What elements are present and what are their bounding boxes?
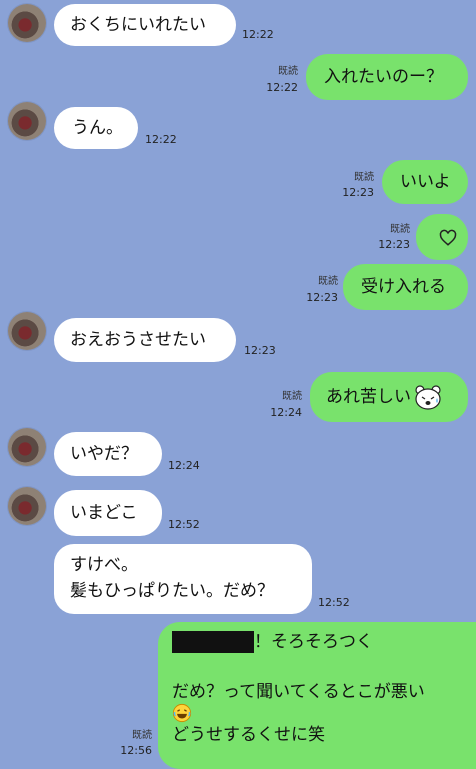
timestamp: 12:56 [120,744,152,757]
read-receipt: 既読 [354,172,374,183]
avatar[interactable] [8,4,46,42]
read-receipt: 既読 [282,391,302,402]
message-bubble[interactable] [416,214,468,260]
timestamp: 12:24 [168,459,200,472]
redacted-block [172,631,254,653]
message-text: 入れたいのー？ [324,67,443,87]
message-text-line: ！そろそろつく [172,630,476,654]
message-text: ！そろそろつく [254,632,373,652]
read-receipt: 既読 [390,224,410,235]
message-text: いいよ [400,172,451,192]
read-receipt: 既読 [278,66,298,77]
message-text-line: すけべ。 [70,555,138,575]
message-text: あれ苦しい [326,387,411,407]
message-bubble[interactable]: いやだ？ [54,432,162,476]
timestamp: 12:22 [242,28,274,41]
heart-icon [439,229,457,246]
message-bubble[interactable]: あれ苦しい [310,372,468,422]
bear-sticker-icon [415,385,441,410]
timestamp: 12:23 [378,238,410,251]
message-bubble[interactable]: すけべ。 髪もひっぱりたい。だめ？ [54,544,312,614]
message-bubble[interactable]: ！そろそろつく だめ？って聞いてくるとこが悪い どうせするくせに笑 [158,622,476,769]
timestamp: 12:23 [306,291,338,304]
read-receipt: 既読 [318,276,338,287]
timestamp: 12:23 [244,344,276,357]
message-bubble[interactable]: うん。 [54,107,138,149]
timestamp: 12:52 [168,518,200,531]
message-text: いまどこ [70,503,138,523]
message-bubble[interactable]: おくちにいれたい [54,4,236,46]
laughing-emoji-icon [172,703,476,725]
message-bubble[interactable]: いまどこ [54,490,162,536]
message-text: おくちにいれたい [70,15,206,35]
message-text-line: 髪もひっぱりたい。だめ？ [70,581,274,601]
message-text-line: どうせするくせに笑 [172,725,325,745]
avatar[interactable] [8,102,46,140]
timestamp: 12:52 [318,596,350,609]
timestamp: 12:22 [266,81,298,94]
avatar[interactable] [8,428,46,466]
message-bubble[interactable]: いいよ [382,160,468,204]
message-text: おえおうさせたい [70,330,206,350]
read-receipt: 既読 [132,730,152,741]
avatar[interactable] [8,487,46,525]
message-text: うん。 [72,118,123,138]
message-bubble[interactable]: 入れたいのー？ [306,54,468,100]
message-text-line: だめ？って聞いてくるとこが悪い [172,682,425,702]
message-text: いやだ？ [70,444,138,464]
timestamp: 12:24 [270,406,302,419]
avatar[interactable] [8,312,46,350]
timestamp: 12:23 [342,186,374,199]
message-bubble[interactable]: 受け入れる [343,264,468,310]
timestamp: 12:22 [145,133,177,146]
message-text: 受け入れる [361,277,446,297]
message-bubble[interactable]: おえおうさせたい [54,318,236,362]
